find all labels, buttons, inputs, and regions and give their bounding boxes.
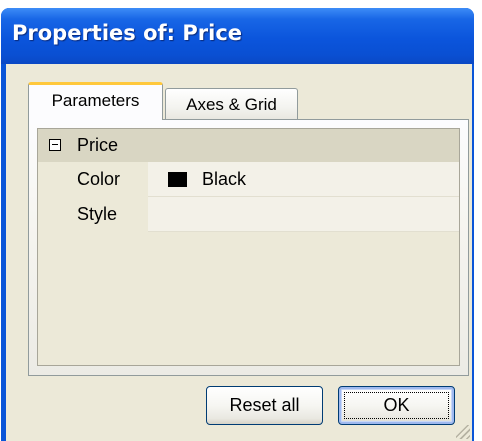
properties-dialog: Properties of: Price Parameters Axes & G…	[1, 8, 474, 441]
category-row-price[interactable]: Price	[38, 129, 459, 162]
title-bar[interactable]: Properties of: Price	[1, 8, 474, 64]
property-name-style: Style	[77, 204, 118, 224]
parameters-tab-panel: Price Color Black Style	[28, 119, 469, 376]
reset-all-button[interactable]: Reset all	[206, 386, 323, 425]
color-value-label: Black	[202, 169, 247, 189]
category-label: Price	[77, 135, 119, 155]
property-name-color: Color	[77, 169, 121, 189]
focus-rectangle	[344, 392, 449, 419]
property-row-style[interactable]: Style	[38, 197, 459, 232]
resize-grip-icon[interactable]	[456, 425, 470, 439]
tab-parameters[interactable]: Parameters	[28, 82, 163, 120]
collapse-minus-icon[interactable]	[49, 139, 61, 151]
property-value-style[interactable]	[148, 197, 459, 232]
tab-axes-grid[interactable]: Axes & Grid	[165, 88, 298, 120]
property-value-color[interactable]: Black	[148, 162, 459, 197]
property-grid: Price Color Black Style	[37, 128, 460, 366]
dialog-title: Properties of: Price	[12, 21, 243, 45]
tab-parameters-label: Parameters	[51, 91, 140, 110]
tab-axes-grid-label: Axes & Grid	[186, 95, 277, 114]
ok-button[interactable]: OK	[338, 386, 455, 425]
property-row-color[interactable]: Color Black	[38, 162, 459, 197]
dialog-client-area: Parameters Axes & Grid Price Color Black	[6, 64, 472, 441]
color-swatch-icon	[168, 172, 187, 187]
